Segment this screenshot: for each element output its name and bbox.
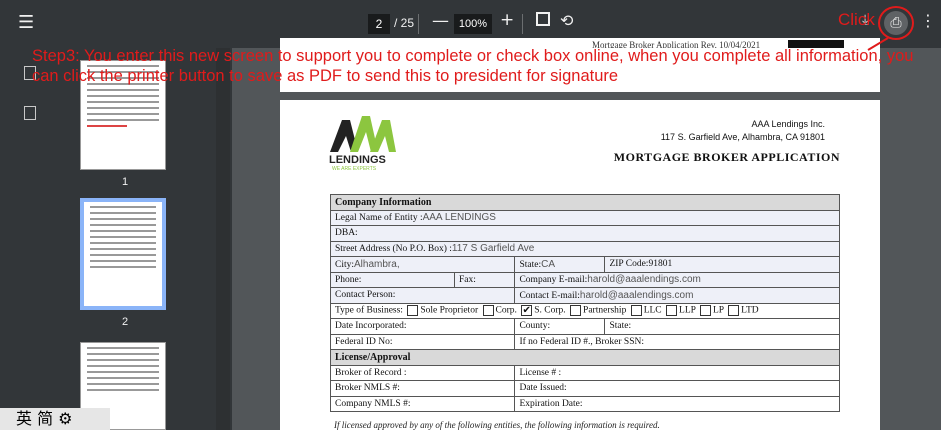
county-field[interactable]: County:: [514, 318, 606, 335]
outline-view-icon[interactable]: [24, 106, 36, 120]
form-title: MORTGAGE BROKER APPLICATION: [613, 150, 840, 164]
application-form: Company Information Legal Name of Entity…: [329, 194, 840, 412]
page-gap: [280, 92, 880, 100]
state-field[interactable]: State:CA: [514, 256, 606, 273]
company-address-block: AAA Lendings Inc. 117 S. Garfield Ave, A…: [661, 118, 825, 144]
thumbnail-number: 2: [121, 316, 129, 328]
zip-field[interactable]: ZIP Code:91801: [604, 256, 840, 273]
logo-tagline: WE ARE EXPERTS: [332, 166, 377, 172]
date-incorporated-field[interactable]: Date Incorporated:: [329, 318, 516, 335]
thumbnail-number: 1: [121, 176, 129, 188]
logo-text: LENDINGS: [329, 154, 386, 166]
section-heading: Company Information: [330, 194, 840, 211]
business-type-row: Type of Business: Sole Proprietor Corp. …: [330, 302, 840, 319]
fax-field[interactable]: Fax:: [453, 271, 516, 288]
checkbox[interactable]: [728, 305, 740, 317]
broker-nmls-field[interactable]: Broker NMLS #:: [329, 380, 516, 397]
city-field[interactable]: City:Alhambra,: [329, 256, 516, 273]
page-thumbnail-2[interactable]: [80, 198, 166, 310]
date-issued-field[interactable]: Date Issued:: [514, 380, 840, 397]
company-nmls-field[interactable]: Company NMLS #:: [329, 395, 516, 412]
company-name: AAA Lendings Inc.: [751, 119, 825, 129]
checkbox[interactable]: [666, 305, 678, 317]
contact-person-field[interactable]: Contact Person:: [329, 287, 516, 304]
checkbox[interactable]: [482, 305, 494, 317]
company-email-field[interactable]: Company E-mail:harold@aaalendings.com: [514, 271, 840, 288]
checkbox[interactable]: [407, 305, 419, 317]
company-address: 117 S. Garfield Ave, Alhambra, CA 91801: [660, 132, 825, 142]
checkbox[interactable]: [630, 305, 642, 317]
broker-ssn-field[interactable]: If no Federal ID #., Broker SSN:: [514, 333, 840, 350]
section-heading: License/Approval: [330, 349, 840, 366]
sidebar-scrollbar[interactable]: [216, 48, 230, 430]
expiration-date-field[interactable]: Expiration Date:: [514, 395, 840, 412]
legal-name-field[interactable]: Legal Name of Entity :AAA LENDINGS: [330, 209, 840, 226]
checkbox[interactable]: [570, 305, 582, 317]
dba-field[interactable]: DBA:: [330, 225, 840, 242]
annotation-arrow: [867, 37, 889, 51]
company-logo: LENDINGS WE ARE EXPERTS: [328, 112, 398, 172]
state2-field[interactable]: State:: [604, 318, 840, 335]
thumbnail-sidebar: 1 2: [0, 48, 232, 430]
checkbox-checked[interactable]: ✔: [521, 305, 533, 317]
street-address-field[interactable]: Street Address (No P.O. Box) :117 S Garf…: [330, 240, 840, 257]
ime-indicator[interactable]: 英 简 ⚙: [0, 408, 110, 430]
phone-field[interactable]: Phone:: [330, 271, 455, 288]
license-number-field[interactable]: License # :: [514, 364, 840, 381]
contact-email-field[interactable]: Contact E-mail:harold@aaalendings.com: [514, 287, 840, 304]
broker-of-record-field[interactable]: Broker of Record :: [329, 364, 516, 381]
federal-id-field[interactable]: Federal ID No:: [329, 333, 516, 350]
form-note: If licensed approved by any of the follo…: [334, 420, 660, 430]
checkbox[interactable]: [699, 305, 711, 317]
